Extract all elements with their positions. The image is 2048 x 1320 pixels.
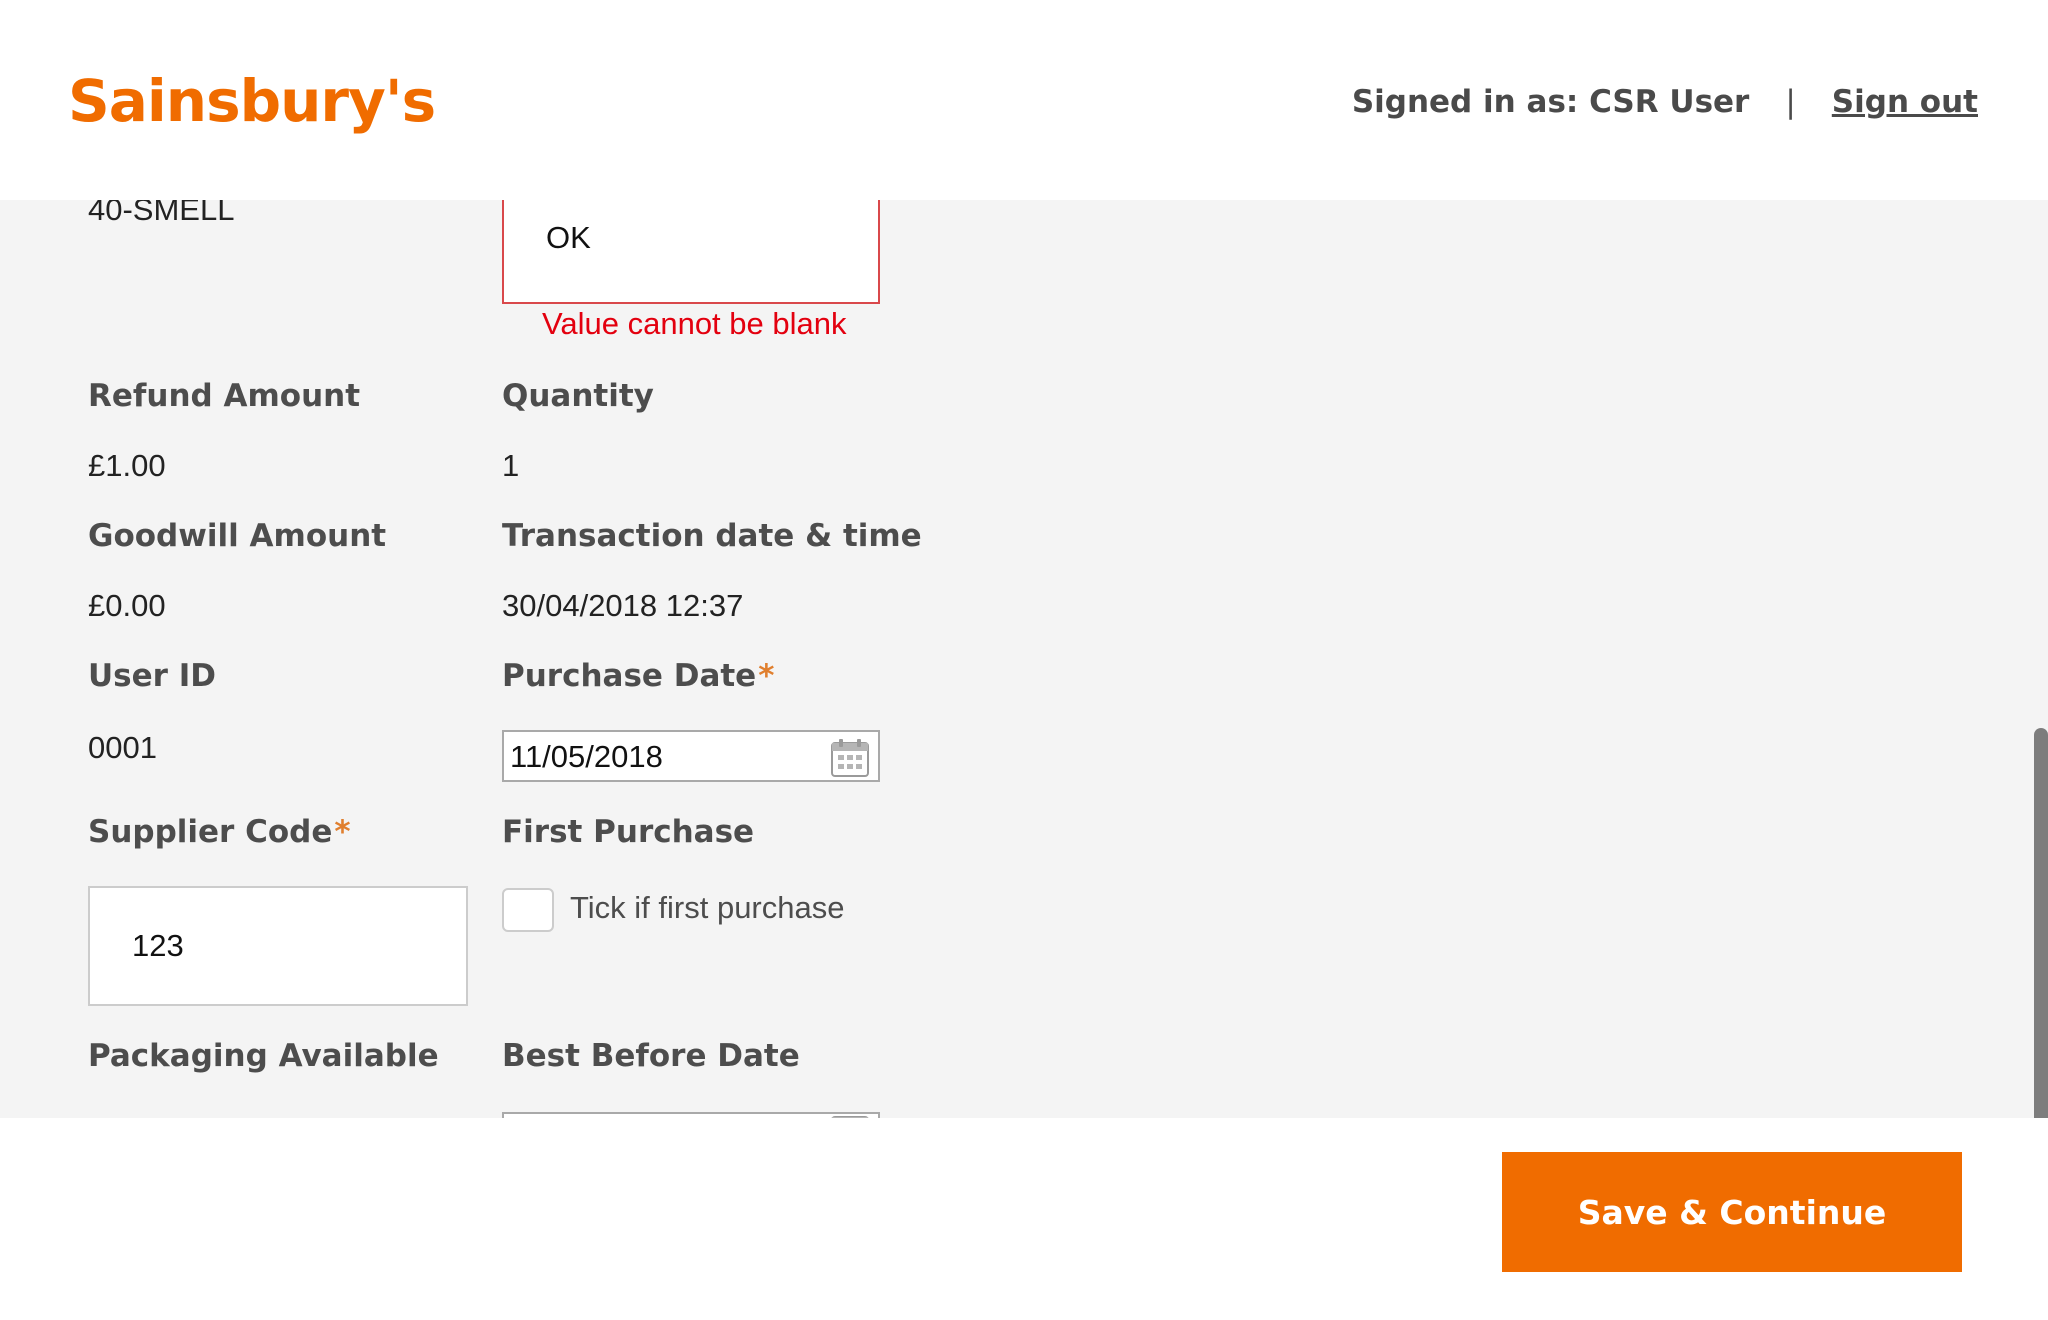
refund-amount-value: £1.00 bbox=[88, 448, 166, 483]
required-marker: * bbox=[334, 814, 351, 850]
supplier-code-label: Supplier Code* bbox=[88, 810, 351, 854]
save-continue-button[interactable]: Save & Continue bbox=[1502, 1152, 1962, 1272]
best-before-date-label: Best Before Date bbox=[502, 1038, 800, 1074]
first-purchase-checkbox-label[interactable]: Tick if first purchase bbox=[570, 888, 844, 928]
goodwill-amount-value: £0.00 bbox=[88, 588, 166, 623]
goodwill-amount-label: Goodwill Amount bbox=[88, 518, 387, 554]
required-marker: * bbox=[758, 658, 775, 694]
separator: | bbox=[1785, 84, 1796, 120]
sign-out-link[interactable]: Sign out bbox=[1832, 78, 1978, 126]
page-footer: Save & Continue bbox=[0, 1118, 2048, 1320]
packaging-available-label: Packaging Available bbox=[88, 1038, 439, 1074]
purchase-date-label: Purchase Date* bbox=[502, 654, 774, 698]
user-id-label: User ID bbox=[88, 658, 216, 694]
comment-input-value: OK bbox=[546, 220, 591, 255]
comment-input[interactable]: OK bbox=[502, 200, 880, 304]
transaction-date-value: 30/04/2018 12:37 bbox=[502, 588, 744, 623]
purchase-date-input[interactable]: 11/05/2018 bbox=[502, 730, 880, 782]
user-area: Signed in as: CSR User | Sign out bbox=[1352, 78, 1978, 126]
transaction-date-label: Transaction date & time bbox=[502, 518, 922, 554]
first-purchase-checkbox[interactable] bbox=[502, 888, 554, 932]
quantity-value: 1 bbox=[502, 448, 520, 483]
purchase-date-value: 11/05/2018 bbox=[510, 739, 663, 774]
vertical-scrollbar[interactable] bbox=[2034, 728, 2048, 1118]
first-purchase-label: First Purchase bbox=[502, 814, 755, 850]
purchase-date-label-text: Purchase Date bbox=[502, 658, 757, 694]
sainsburys-logo[interactable]: Sainsbury's bbox=[68, 62, 436, 140]
supplier-code-value: 123 bbox=[132, 928, 184, 963]
calendar-icon[interactable] bbox=[830, 738, 870, 778]
form-area[interactable]: 40-SMELL OK Value cannot be blank Refund… bbox=[0, 200, 2048, 1118]
user-id-value: 0001 bbox=[88, 730, 157, 765]
refund-amount-label: Refund Amount bbox=[88, 378, 361, 414]
comment-error-message: Value cannot be blank bbox=[542, 306, 847, 341]
supplier-code-input[interactable]: 123 bbox=[88, 886, 468, 1006]
supplier-code-label-text: Supplier Code bbox=[88, 814, 333, 850]
quantity-label: Quantity bbox=[502, 378, 654, 414]
reason-code-value: 40-SMELL bbox=[88, 200, 235, 227]
page-header: Sainsbury's Signed in as: CSR User | Sig… bbox=[0, 0, 2048, 200]
signed-in-text: Signed in as: CSR User bbox=[1351, 84, 1750, 120]
